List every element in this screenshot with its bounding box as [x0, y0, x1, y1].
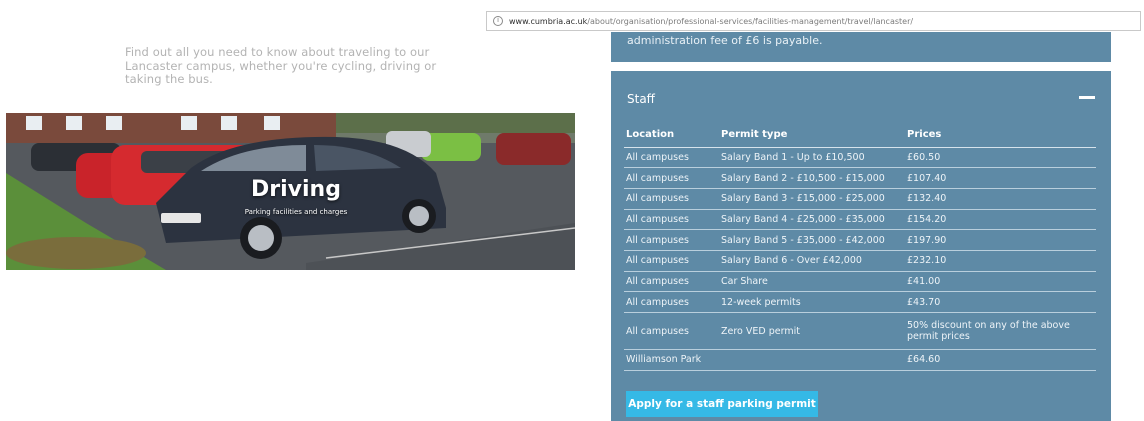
cell-price: 50% discount on any of the above permit …: [905, 312, 1096, 350]
table-row: Williamson Park £64.60: [624, 349, 1096, 371]
cell-price: £41.00: [905, 271, 1096, 293]
apply-staff-permit-button[interactable]: Apply for a staff parking permit: [626, 391, 818, 417]
cell-permit: Salary Band 6 - Over £42,000: [719, 250, 905, 272]
collapse-minus-icon[interactable]: [1079, 96, 1095, 99]
intro-text: Find out all you need to know about trav…: [125, 45, 437, 86]
driving-hero-banner[interactable]: Driving Parking facilities and charges: [6, 113, 575, 270]
staff-accordion-panel: Staff Location Permit type Prices All ca…: [611, 71, 1111, 421]
cell-permit: Salary Band 3 - £15,000 - £25,000: [719, 188, 905, 210]
cell-location: All campuses: [624, 229, 719, 251]
table-row: All campuses Salary Band 2 - £10,500 - £…: [624, 167, 1096, 189]
table-row: All campuses Salary Band 4 - £25,000 - £…: [624, 209, 1096, 231]
cell-price: £43.70: [905, 291, 1096, 313]
column-header-prices: Prices: [905, 123, 1096, 148]
cell-price: £197.90: [905, 229, 1096, 251]
hero-title: Driving: [251, 177, 341, 202]
cell-location: All campuses: [624, 188, 719, 210]
column-header-location: Location: [624, 123, 719, 148]
cell-location: All campuses: [624, 147, 719, 169]
cell-permit: Salary Band 5 - £35,000 - £42,000: [719, 229, 905, 251]
table-row: All campuses Salary Band 5 - £35,000 - £…: [624, 229, 1096, 251]
cell-location: All campuses: [624, 167, 719, 189]
admin-fee-text: administration fee of £6 is payable.: [627, 34, 823, 47]
table-row: All campuses Salary Band 3 - £15,000 - £…: [624, 188, 1096, 210]
cell-location: All campuses: [624, 312, 719, 350]
cell-permit: Salary Band 1 - Up to £10,500: [719, 147, 905, 169]
cell-price: £64.60: [905, 349, 1096, 371]
table-row: All campuses Car Share £41.00: [624, 271, 1096, 293]
url-text[interactable]: www.cumbria.ac.uk/about/organisation/pro…: [509, 17, 913, 26]
cell-permit: Salary Band 2 - £10,500 - £15,000: [719, 167, 905, 189]
cell-price: £132.40: [905, 188, 1096, 210]
cell-location: Williamson Park: [624, 349, 719, 371]
column-header-permit-type: Permit type: [719, 123, 905, 148]
cell-permit: Salary Band 4 - £25,000 - £35,000: [719, 209, 905, 231]
address-bar[interactable]: i www.cumbria.ac.uk/about/organisation/p…: [486, 11, 1141, 31]
cell-permit: Car Share: [719, 271, 905, 293]
table-row: All campuses Salary Band 6 - Over £42,00…: [624, 250, 1096, 272]
table-row: All campuses Salary Band 1 - Up to £10,5…: [624, 147, 1096, 169]
hero-subtitle: Parking facilities and charges: [244, 208, 348, 216]
cell-price: £60.50: [905, 147, 1096, 169]
table-header-row: Location Permit type Prices: [624, 123, 1096, 148]
cell-permit: [719, 349, 905, 371]
page-info-icon[interactable]: i: [493, 16, 503, 26]
url-host: www.cumbria.ac.uk: [509, 16, 588, 26]
cell-location: All campuses: [624, 291, 719, 313]
table-row: All campuses 12-week permits £43.70: [624, 291, 1096, 313]
staff-header[interactable]: Staff: [627, 92, 655, 106]
table-row: All campuses Zero VED permit 50% discoun…: [624, 312, 1096, 350]
url-path: /about/organisation/professional-service…: [587, 16, 914, 26]
cell-price: £232.10: [905, 250, 1096, 272]
visitor-panel-fragment: administration fee of £6 is payable.: [611, 32, 1111, 62]
cell-permit: 12-week permits: [719, 291, 905, 313]
cell-location: All campuses: [624, 209, 719, 231]
cell-price: £154.20: [905, 209, 1096, 231]
cell-permit: Zero VED permit: [719, 312, 905, 350]
staff-permit-table: Location Permit type Prices All campuses…: [624, 123, 1096, 371]
cell-price: £107.40: [905, 167, 1096, 189]
cell-location: All campuses: [624, 250, 719, 272]
cell-location: All campuses: [624, 271, 719, 293]
